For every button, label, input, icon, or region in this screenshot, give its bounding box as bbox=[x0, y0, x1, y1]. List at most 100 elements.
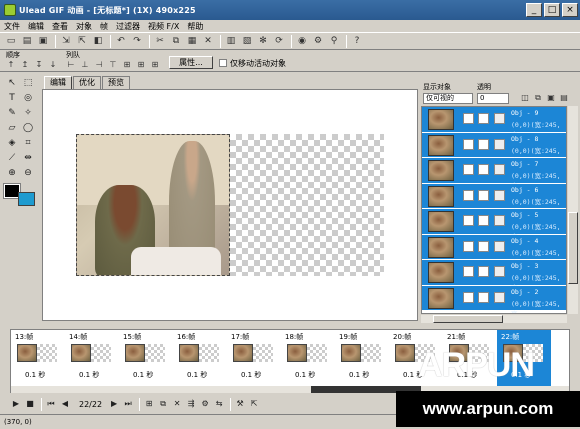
reverse-frames-icon[interactable]: ⇆ bbox=[213, 398, 225, 410]
frame-icon[interactable]: ▥ bbox=[224, 35, 238, 48]
menu-file[interactable]: 文件 bbox=[4, 21, 20, 32]
align-grid3-icon[interactable]: ⊞ bbox=[150, 60, 160, 70]
redo-icon[interactable]: ↷ bbox=[130, 35, 144, 48]
refresh-icon[interactable]: ⟳ bbox=[272, 35, 286, 48]
list-item[interactable]: Obj - 4 (0,0)(宽:245,高 bbox=[422, 234, 566, 267]
list-item[interactable]: Obj - 8 (0,0)(宽:245,高 bbox=[422, 132, 566, 165]
zoom-in-tool-icon[interactable]: ⊕ bbox=[6, 167, 18, 179]
new-file-icon[interactable]: ▭ bbox=[4, 35, 18, 48]
align-grid-icon[interactable]: ⊞ bbox=[122, 60, 132, 70]
bring-forward-icon[interactable]: ↥ bbox=[20, 60, 30, 70]
add-object-icon[interactable]: ◫ bbox=[520, 93, 530, 103]
marquee-tool-icon[interactable]: ⬚ bbox=[22, 77, 34, 89]
tool-icon[interactable]: ⚙ bbox=[311, 35, 325, 48]
menu-view[interactable]: 查看 bbox=[52, 21, 68, 32]
align-top-icon[interactable]: ⊤ bbox=[108, 60, 118, 70]
frame-item[interactable]: 16:帧 0.1 秒 bbox=[173, 330, 226, 388]
show-objects-select[interactable]: 仅可视的 bbox=[423, 93, 473, 104]
brush-tool-icon[interactable]: ✎ bbox=[6, 107, 18, 119]
delete-object-icon[interactable]: ▤ bbox=[559, 93, 569, 103]
frame-delay[interactable]: 0.1 秒 bbox=[241, 370, 261, 380]
save-icon[interactable]: ▣ bbox=[36, 35, 50, 48]
zoom-out-tool-icon[interactable]: ⊖ bbox=[22, 167, 34, 179]
last-frame-icon[interactable]: ⏭ bbox=[122, 398, 134, 410]
background-color-swatch[interactable] bbox=[18, 192, 35, 206]
list-item[interactable]: Obj - 5 (0,0)(宽:245,高 bbox=[422, 209, 566, 241]
export-frames-icon[interactable]: ⇱ bbox=[248, 398, 260, 410]
lock-toggle[interactable] bbox=[478, 266, 489, 277]
object-list-hscrollbar[interactable] bbox=[421, 315, 567, 323]
lasso-tool-icon[interactable]: ◎ bbox=[22, 92, 34, 104]
frame-delay[interactable]: 0.1 秒 bbox=[349, 370, 369, 380]
play-icon[interactable]: ▶ bbox=[10, 398, 22, 410]
transparency-input[interactable]: 0 bbox=[477, 93, 509, 104]
properties-button[interactable]: 属性... bbox=[169, 56, 213, 69]
lock-toggle[interactable] bbox=[478, 113, 489, 124]
align-center-icon[interactable]: ⊥ bbox=[80, 60, 90, 70]
frame-item[interactable]: 15:帧 0.1 秒 bbox=[119, 330, 172, 388]
lock-toggle[interactable] bbox=[478, 215, 489, 226]
frame-item[interactable]: 13:帧 0.1 秒 bbox=[11, 330, 64, 388]
visibility-toggle[interactable] bbox=[463, 291, 474, 303]
cut-icon[interactable]: ✂ bbox=[153, 35, 167, 48]
paste-icon[interactable]: ▦ bbox=[185, 35, 199, 48]
visibility-toggle[interactable] bbox=[463, 113, 474, 124]
open-folder-icon[interactable]: ▤ bbox=[20, 35, 34, 48]
scrollbar-thumb[interactable] bbox=[568, 212, 578, 284]
duplicate-frame-icon[interactable]: ⧉ bbox=[157, 398, 169, 410]
magic-wand-tool-icon[interactable]: ✧ bbox=[22, 107, 34, 119]
object-list-scrollbar[interactable] bbox=[568, 106, 578, 314]
tab-optimize[interactable]: 优化 bbox=[73, 76, 101, 89]
send-backward-icon[interactable]: ↧ bbox=[34, 60, 44, 70]
tab-edit[interactable]: 编辑 bbox=[44, 76, 72, 89]
menu-help[interactable]: 帮助 bbox=[187, 21, 203, 32]
previous-frame-icon[interactable]: ◀ bbox=[59, 398, 71, 410]
visibility-toggle[interactable] bbox=[463, 189, 474, 201]
frame-item[interactable]: 19:帧 0.1 秒 bbox=[335, 330, 388, 388]
list-item[interactable]: Obj - 2 (0,0)(宽:245,高 bbox=[422, 285, 566, 313]
merge-object-icon[interactable]: ▣ bbox=[546, 93, 556, 103]
align-left-icon[interactable]: ⊢ bbox=[66, 60, 76, 70]
color-icon[interactable]: ◧ bbox=[91, 35, 105, 48]
tween-frame-icon[interactable]: ⇶ bbox=[185, 398, 197, 410]
frame-delay[interactable]: 0.1 秒 bbox=[25, 370, 45, 380]
list-item[interactable]: Obj - 9 (0,0)(宽:245,高 bbox=[422, 107, 566, 139]
align-right-icon[interactable]: ⊣ bbox=[94, 60, 104, 70]
pointer-tool-icon[interactable]: ↖ bbox=[6, 77, 18, 89]
frame-delay[interactable]: 0.1 秒 bbox=[133, 370, 153, 380]
move-active-only-checkbox[interactable] bbox=[219, 59, 227, 67]
visibility-toggle[interactable] bbox=[463, 164, 474, 175]
menu-video-fx[interactable]: 视频 F/X bbox=[148, 21, 179, 32]
ellipse-tool-icon[interactable]: ◯ bbox=[22, 122, 34, 134]
add-frame-icon[interactable]: ⊞ bbox=[143, 398, 155, 410]
move-tool-icon[interactable]: ⇹ bbox=[22, 152, 34, 164]
lock-toggle[interactable] bbox=[478, 189, 489, 201]
undo-icon[interactable]: ↶ bbox=[114, 35, 128, 48]
maximize-button[interactable]: □ bbox=[544, 3, 560, 17]
menu-object[interactable]: 对象 bbox=[76, 21, 92, 32]
import-icon[interactable]: ⇲ bbox=[59, 35, 73, 48]
canvas-area[interactable] bbox=[42, 89, 418, 321]
frame-item[interactable]: 14:帧 0.1 秒 bbox=[65, 330, 118, 388]
eyedropper-tool-icon[interactable]: ⟋ bbox=[6, 152, 18, 164]
lock-toggle[interactable] bbox=[478, 240, 489, 252]
search-icon[interactable]: ⚲ bbox=[327, 35, 341, 48]
visibility-toggle[interactable] bbox=[463, 215, 474, 226]
list-item[interactable]: Obj - 7 (0,0)(宽:245,高 bbox=[422, 158, 566, 190]
frame-item[interactable]: 18:帧 0.1 秒 bbox=[281, 330, 334, 388]
visibility-toggle[interactable] bbox=[463, 266, 474, 277]
fill-tool-icon[interactable]: ◈ bbox=[6, 137, 18, 149]
list-item[interactable]: Obj - 3 (0,0)(宽:245,高 bbox=[422, 260, 566, 292]
help-icon[interactable]: ? bbox=[350, 35, 364, 48]
list-item[interactable]: Obj - 6 (0,0)(宽:245,高 bbox=[422, 183, 566, 216]
lock-toggle[interactable] bbox=[478, 138, 489, 150]
copy-icon[interactable]: ⧉ bbox=[169, 35, 183, 48]
frame-item[interactable]: 17:帧 0.1 秒 bbox=[227, 330, 280, 388]
crop-tool-icon[interactable]: ⌗ bbox=[22, 137, 34, 149]
export-icon[interactable]: ⇱ bbox=[75, 35, 89, 48]
frame-delay[interactable]: 0.1 秒 bbox=[79, 370, 99, 380]
tween-icon[interactable]: ✻ bbox=[256, 35, 270, 48]
menu-edit[interactable]: 编辑 bbox=[28, 21, 44, 32]
stop-icon[interactable]: ■ bbox=[24, 398, 36, 410]
eraser-tool-icon[interactable]: ▱ bbox=[6, 122, 18, 134]
